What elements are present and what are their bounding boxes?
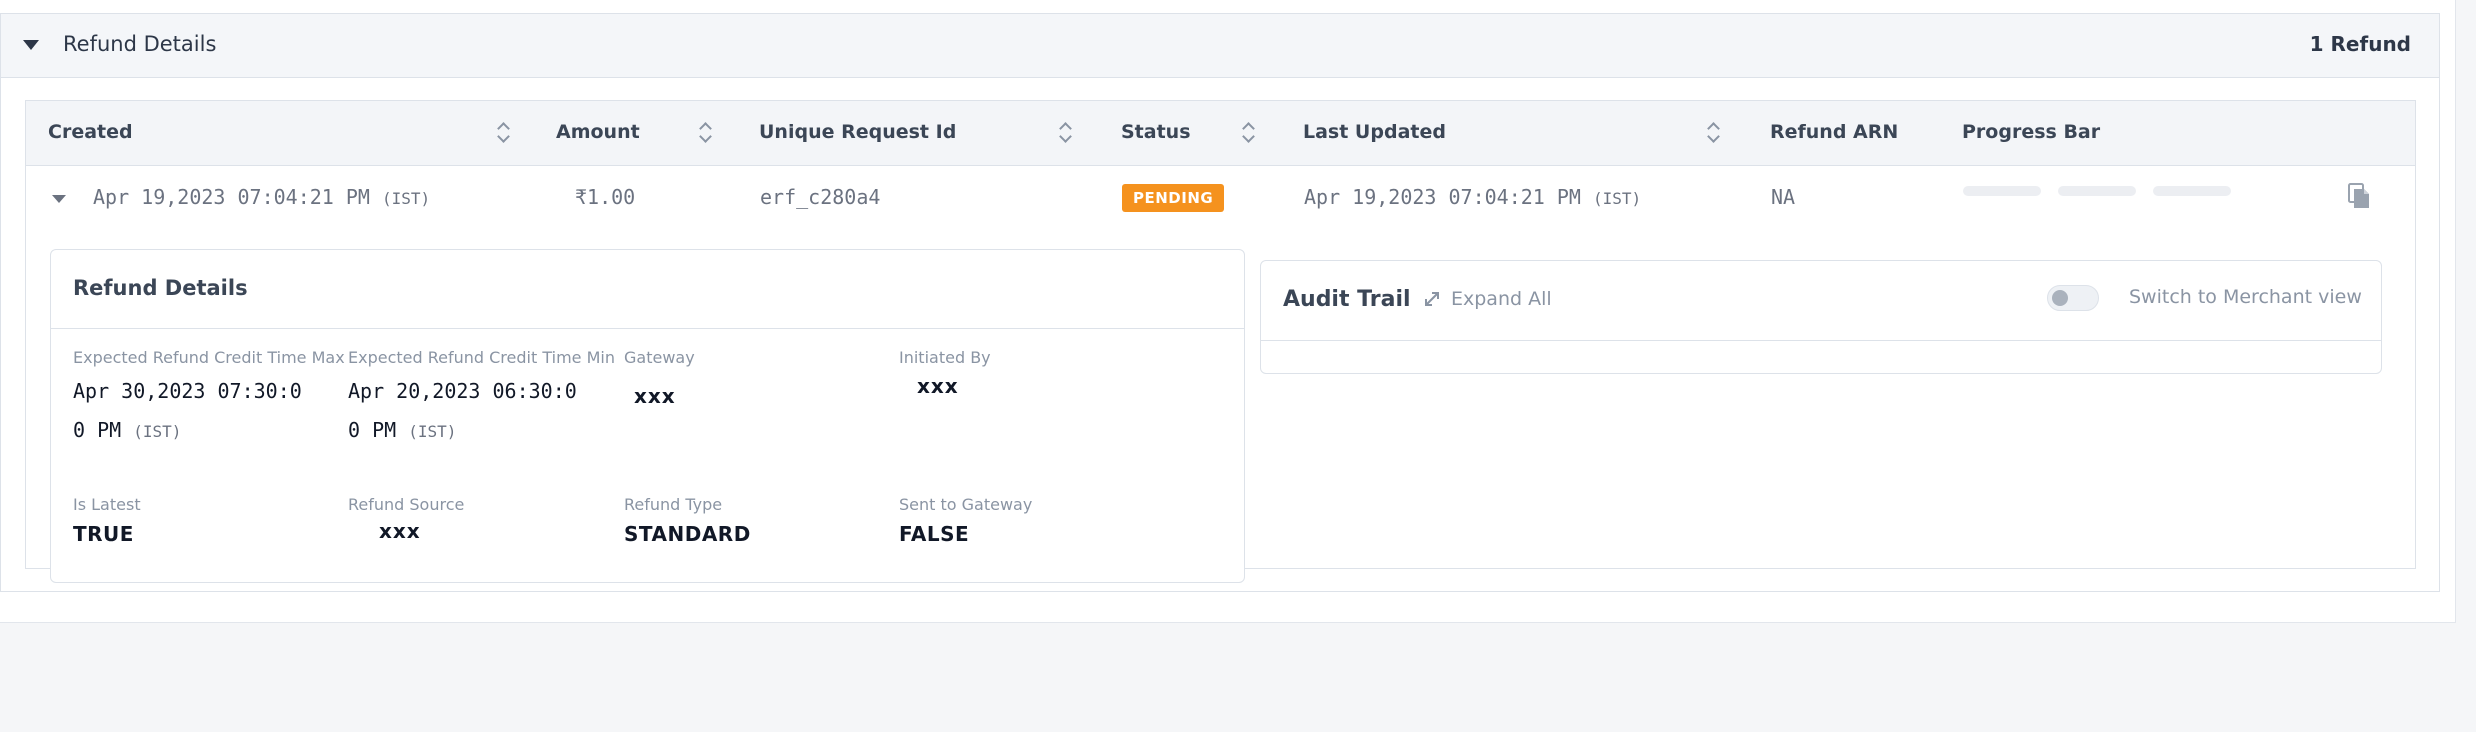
toggle-knob [2052,290,2068,306]
card-title: Refund Details [73,276,248,300]
panel-header[interactable]: Refund Details 1 Refund [1,14,2439,78]
header-created[interactable]: Created [48,121,133,143]
caret-down-icon[interactable] [23,40,39,50]
refund-type-value: STANDARD [624,522,751,546]
audit-trail-header: Audit Trail Expand All Switch to Merchan… [1261,261,2381,341]
progress-step [2153,186,2231,196]
card-header: Refund Details [51,250,1244,329]
refund-details-card: Refund Details Expected Refund Credit Ti… [50,249,1245,583]
refund-source-label: Refund Source [348,495,465,514]
expected-min-label: Expected Refund Credit Time Min [348,348,615,367]
header-refund-arn: Refund ARN [1770,121,1899,143]
status-badge: PENDING [1122,184,1225,212]
last-updated-value: Apr 19,2023 07:04:21 PM [1304,185,1581,209]
sent-to-gateway-value: FALSE [899,522,970,546]
expected-max-line1: Apr 30,2023 07:30:0 [73,379,302,403]
initiated-by-value: xxx [917,374,959,398]
row-expand-caret-icon[interactable] [52,195,66,203]
audit-trail-card: Audit Trail Expand All Switch to Merchan… [1260,260,2382,374]
expected-max-label: Expected Refund Credit Time Max [73,348,345,367]
amount-cell: ₹1.00 [575,185,636,209]
gateway-value: xxx [634,384,676,408]
expected-max-value: Apr 30,2023 07:30:0 0 PM (IST) [73,372,343,451]
header-status[interactable]: Status [1121,121,1191,143]
is-latest-label: Is Latest [73,495,141,514]
gateway-label: Gateway [624,348,695,367]
sort-icon[interactable] [497,121,509,143]
expected-min-timezone: (IST) [408,422,457,441]
page: Refund Details 1 Refund Created Amount U… [0,0,2456,623]
header-last-updated[interactable]: Last Updated [1303,121,1446,143]
panel-title: Refund Details [63,32,217,56]
created-timezone: (IST) [382,189,431,208]
request-id-cell: erf_c280a4 [760,185,881,209]
is-latest-value: TRUE [73,522,134,546]
header-progress-bar: Progress Bar [1962,121,2101,143]
audit-trail-title: Audit Trail [1283,287,1411,312]
refund-type-label: Refund Type [624,495,723,514]
sort-icon[interactable] [1059,121,1071,143]
expand-arrows-icon[interactable] [1423,290,1441,308]
merchant-view-label: Switch to Merchant view [2129,286,2362,308]
sort-icon[interactable] [1707,121,1719,143]
refunds-table: Created Amount Unique Request Id Status … [25,100,2416,583]
progress-step [2058,186,2136,196]
sent-to-gateway-label: Sent to Gateway [899,495,1033,514]
last-updated-timezone: (IST) [1593,189,1642,208]
progress-step [1963,186,2041,196]
sort-icon[interactable] [1242,121,1254,143]
last-updated-cell: Apr 19,2023 07:04:21 PM (IST) [1304,185,1641,209]
expected-max-line2: 0 PM [73,418,122,442]
refund-source-value: xxx [379,519,421,543]
expected-min-line1: Apr 20,2023 06:30:0 [348,379,577,403]
header-request-id[interactable]: Unique Request Id [759,121,956,143]
created-value: Apr 19,2023 07:04:21 PM [93,185,370,209]
initiated-by-label: Initiated By [899,348,991,367]
created-cell: Apr 19,2023 07:04:21 PM (IST) [93,185,430,209]
sort-icon[interactable] [699,121,711,143]
refund-details-panel: Refund Details 1 Refund Created Amount U… [0,13,2440,592]
expected-max-timezone: (IST) [133,422,182,441]
refund-count: 1 Refund [2309,32,2411,56]
copy-icon[interactable] [2348,183,2370,209]
merchant-view-toggle[interactable] [2047,285,2099,311]
expected-min-value: Apr 20,2023 06:30:0 0 PM (IST) [348,372,618,451]
table-row[interactable]: Apr 19,2023 07:04:21 PM (IST) ₹1.00 erf_… [26,165,2415,229]
expand-all-button[interactable]: Expand All [1451,288,1552,310]
refund-arn-cell: NA [1771,185,1796,209]
table-header: Created Amount Unique Request Id Status … [26,101,2415,166]
expected-min-line2: 0 PM [348,418,397,442]
header-amount[interactable]: Amount [556,121,640,143]
